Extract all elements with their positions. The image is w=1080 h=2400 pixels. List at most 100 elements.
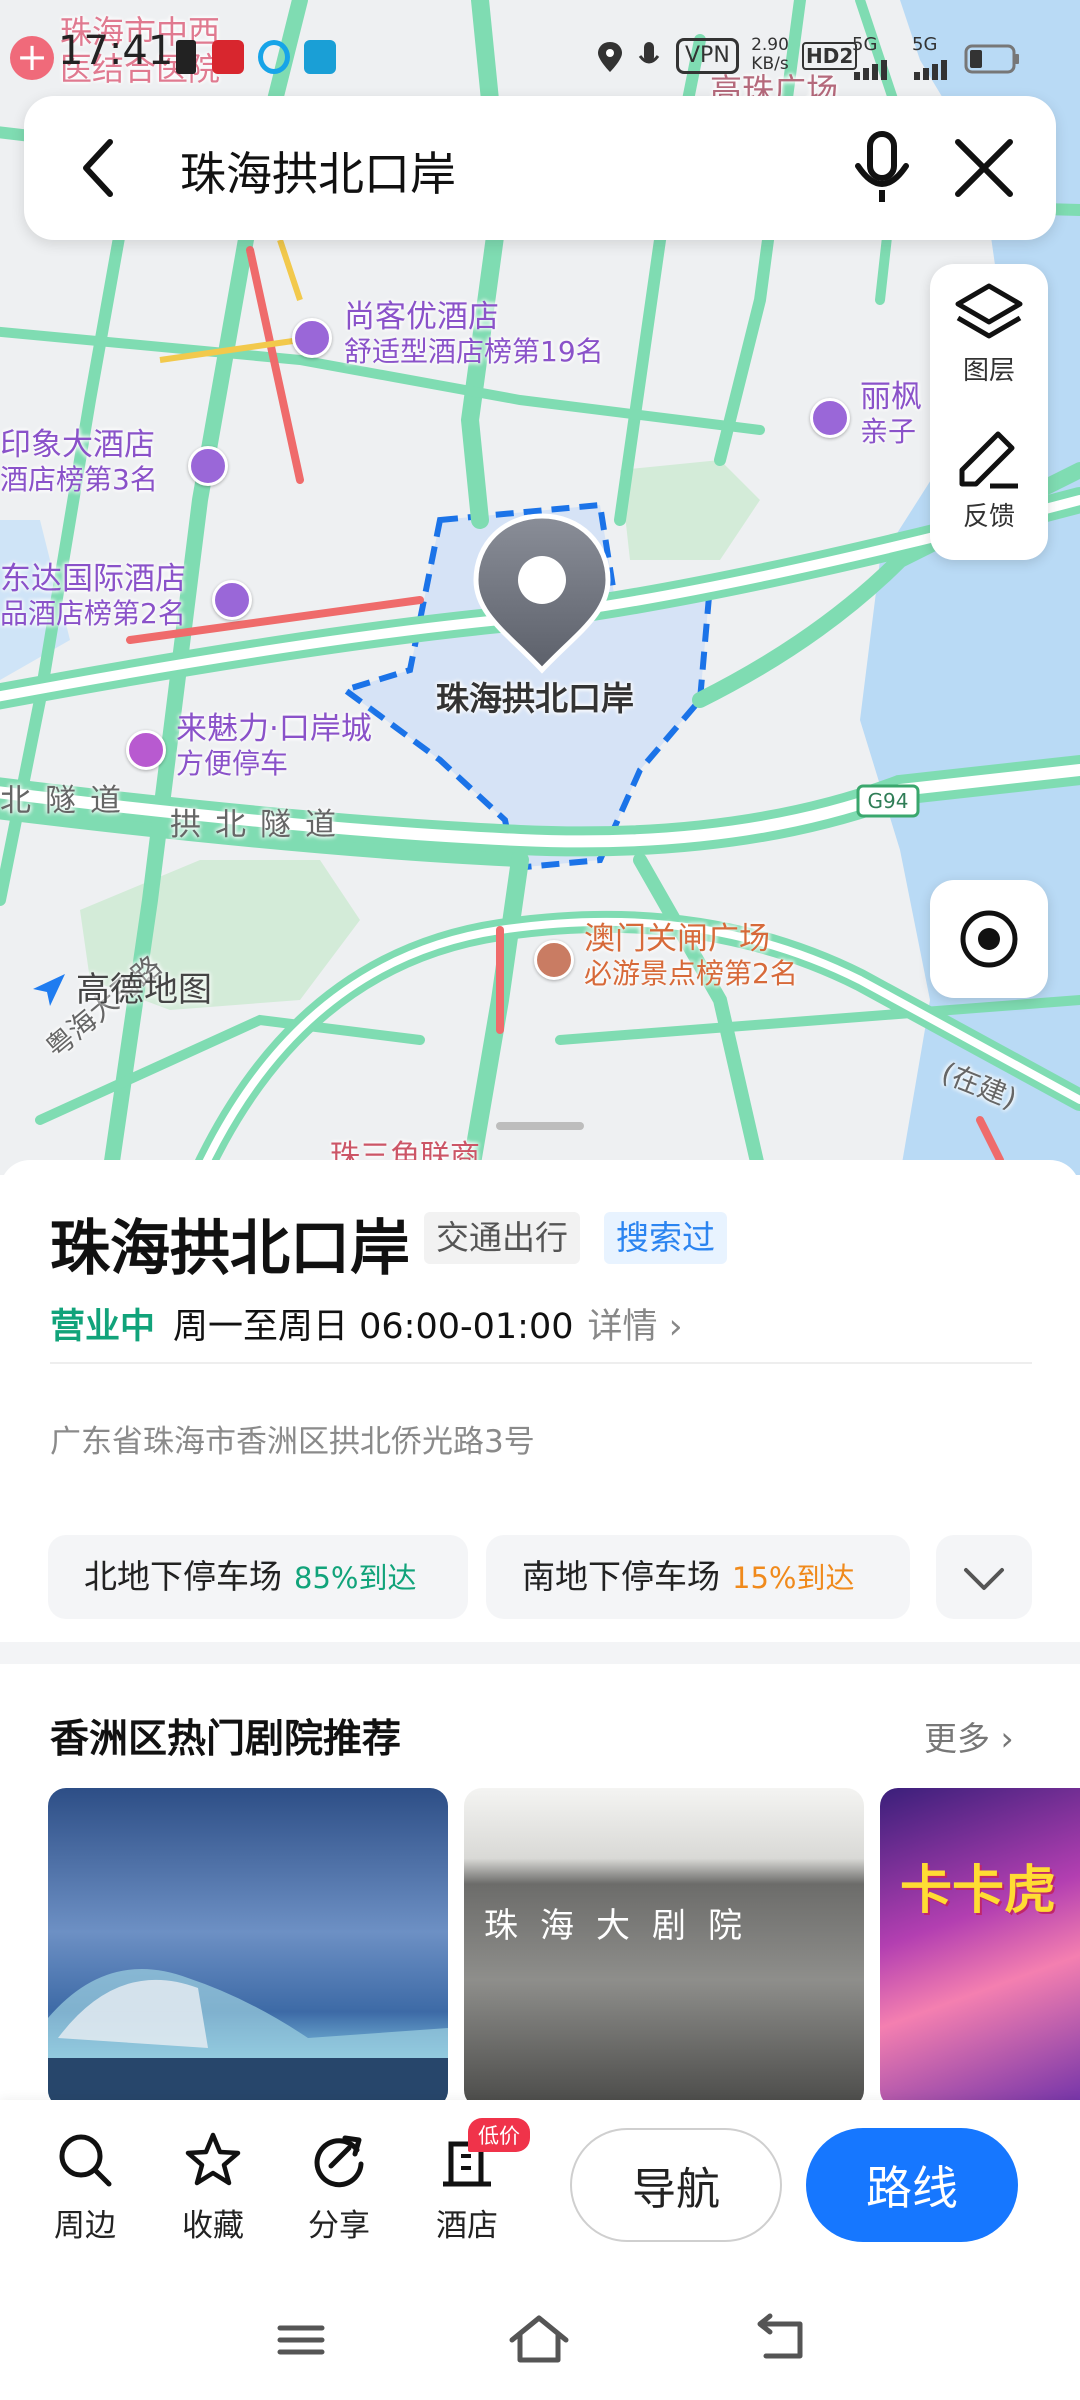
category-tag: 交通出行 [424, 1212, 580, 1264]
search-bar[interactable]: 珠海拱北口岸 [24, 96, 1056, 240]
feedback-icon [959, 431, 1018, 489]
theater-card[interactable]: 珠海大剧院 [464, 1788, 864, 2108]
search-query[interactable]: 珠海拱北口岸 [180, 138, 456, 204]
hotel4-sub: 亲子 [860, 414, 917, 448]
hotel1-name: 尚客优酒店 [344, 299, 499, 335]
map-label-hotel2[interactable]: 印象大酒店 酒店榜第3名 [0, 427, 158, 496]
nearby-label: 周边 [54, 2208, 116, 2244]
selected-place-label: 珠海拱北口岸 [436, 679, 634, 718]
hotel-pin-icon[interactable] [188, 446, 228, 486]
hours-detail-link[interactable]: 详情 › [588, 1307, 683, 1347]
layers-label: 图层 [962, 356, 1015, 386]
location-icon [598, 42, 622, 72]
battery-icon [964, 44, 1019, 74]
layers-button[interactable]: 图层 [930, 264, 1048, 404]
parking-chip-south[interactable]: 南地下停车场 15%到达 [486, 1535, 910, 1619]
low-price-badge: 低价 [468, 2118, 530, 2152]
chevron-down-icon [964, 1567, 1004, 1590]
locate-me-button[interactable] [930, 880, 1048, 998]
layers-icon [955, 283, 1023, 339]
navigate-button[interactable]: 导航 [570, 2128, 782, 2242]
mic-icon[interactable] [846, 130, 918, 206]
parking-rate: 15%到达 [732, 1561, 855, 1595]
feedback-label: 反馈 [962, 502, 1015, 532]
favorite-button[interactable]: 收藏 [158, 2130, 268, 2245]
hotel-pin-icon[interactable] [810, 398, 850, 438]
hotel2-name: 印象大酒店 [0, 427, 155, 463]
hotel2-sub: 酒店榜第3名 [0, 462, 158, 496]
mic-status-icon [638, 42, 660, 64]
status-bar: + 17:41 VPN 2.90 KB/s HD2 5G 5G [0, 0, 1080, 96]
locate-icon [960, 910, 1018, 968]
system-nav-bar [0, 2270, 1080, 2400]
location-pin-icon[interactable] [468, 510, 616, 678]
back-icon[interactable] [64, 132, 136, 204]
theater-caption: 卡卡虎 [900, 1861, 1057, 1921]
landmark-pin-icon[interactable] [534, 940, 574, 980]
theater-image [48, 1969, 448, 2108]
expand-parking-button[interactable] [936, 1535, 1032, 1619]
hd-indicator: HD2 [802, 42, 858, 70]
share-label: 分享 [308, 2208, 370, 2244]
section-separator [0, 1642, 1080, 1664]
app-icon [176, 40, 196, 74]
sheet-drag-handle[interactable] [496, 1122, 584, 1130]
macau-gate-name: 澳门关闸广场 [584, 921, 770, 957]
parking-rate: 85%到达 [294, 1561, 417, 1595]
detail-label: 详情 [587, 1307, 658, 1347]
map-label-tunnel2: 拱北隧道 [170, 807, 350, 843]
hotel-label: 酒店 [436, 2208, 498, 2244]
map-label-mall[interactable]: 来魅力·口岸城 方便停车 [176, 711, 372, 780]
share-icon [314, 2135, 364, 2188]
chevron-right-icon: › [1000, 1719, 1014, 1758]
map-tools-panel: 图层 反馈 [930, 264, 1048, 560]
map-label-macau-gate[interactable]: 澳门关闸广场 必游景点榜第2名 [584, 921, 798, 990]
search-icon [59, 2134, 112, 2187]
hours-row[interactable]: 营业中 周一至周日 06:00-01:00 详情 › [50, 1298, 683, 1349]
signal-2-icon [914, 60, 947, 80]
close-icon[interactable] [946, 130, 1022, 206]
hotel3-name: 东达国际酒店 [0, 561, 186, 597]
map-label-tunnel1: 北隧道 [0, 783, 135, 819]
parking-chip-north[interactable]: 北地下停车场 85%到达 [48, 1535, 468, 1619]
menu-icon[interactable] [266, 2310, 336, 2370]
net-speed: 2.90 KB/s [751, 35, 789, 74]
back-nav-icon[interactable] [746, 2310, 816, 2370]
action-bar: 周边 收藏 分享 低价 酒店 导航 路线 [0, 2100, 1080, 2270]
map-label-hotel1[interactable]: 尚客优酒店 舒适型酒店榜第19名 [344, 299, 604, 368]
signal-1-icon [854, 60, 887, 80]
feedback-button[interactable]: 反馈 [930, 410, 1048, 550]
mall-sub: 方便停车 [176, 746, 289, 780]
hotel-pin-icon[interactable] [212, 580, 252, 620]
mall-pin-icon[interactable] [126, 730, 166, 770]
brand-arrow-icon [33, 974, 65, 1006]
plus-icon: + [10, 36, 54, 80]
vpn-indicator: VPN [676, 38, 739, 74]
hotel1-sub: 舒适型酒店榜第19名 [344, 334, 604, 368]
macau-gate-sub: 必游景点榜第2名 [584, 956, 798, 990]
searched-tag: 搜索过 [604, 1212, 727, 1264]
mall-name: 来魅力·口岸城 [176, 711, 372, 747]
home-icon[interactable] [504, 2310, 574, 2370]
section-more-link[interactable]: 更多 › [924, 1712, 1014, 1760]
theater-card[interactable] [48, 1788, 448, 2108]
place-title: 珠海拱北口岸 [50, 1214, 410, 1284]
parking-name: 北地下停车场 [84, 1557, 282, 1596]
map-label-hotel3[interactable]: 东达国际酒店 品酒店榜第2名 [0, 561, 186, 630]
share-button[interactable]: 分享 [284, 2130, 394, 2245]
browser-icon [258, 40, 290, 74]
hotel3-sub: 品酒店榜第2名 [0, 596, 186, 630]
highway-badge-label: G94 [868, 789, 909, 813]
parking-name: 南地下停车场 [522, 1557, 720, 1596]
route-button[interactable]: 路线 [806, 2128, 1018, 2242]
theater-caption: 珠海大剧院 [484, 1906, 764, 1946]
brand-logo: 高德地图 [30, 962, 212, 1011]
hotel-pin-icon[interactable] [292, 318, 332, 358]
more-label: 更多 [924, 1719, 990, 1758]
wallet-icon [304, 40, 336, 74]
open-status: 营业中 [50, 1307, 156, 1347]
hotel-button[interactable]: 低价 酒店 [412, 2118, 530, 2245]
theater-card[interactable]: 卡卡虎 [880, 1788, 1080, 2108]
favorite-label: 收藏 [182, 2208, 244, 2244]
nearby-button[interactable]: 周边 [30, 2130, 140, 2245]
